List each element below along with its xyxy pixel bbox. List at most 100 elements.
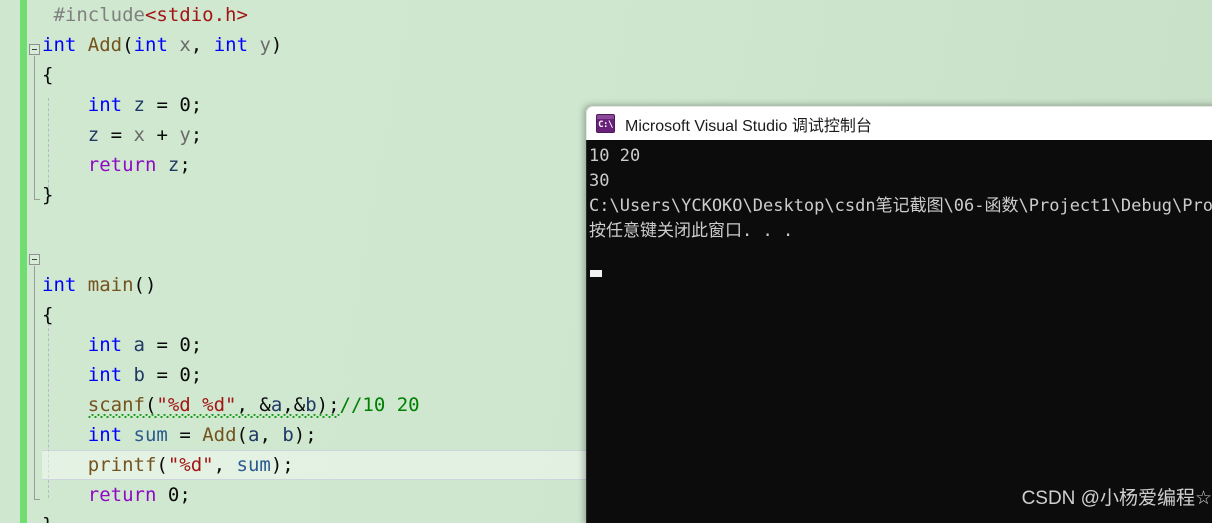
collapse-toggle-add-function[interactable]: [29, 44, 40, 55]
code-token: 0: [179, 334, 191, 356]
code-token: =: [145, 364, 180, 386]
code-token: ,: [190, 34, 214, 56]
code-token: =: [145, 334, 180, 356]
code-token: {: [42, 64, 54, 86]
console-output-line: 10 20: [589, 146, 641, 166]
code-token: scanf: [87, 394, 145, 416]
code-token: }: [42, 514, 53, 523]
code-token: 0: [179, 94, 191, 116]
code-token: y: [179, 124, 191, 146]
code-token: ;: [190, 124, 203, 146]
outline-bracket-foot-main: [34, 499, 40, 500]
code-line-content: return 0;: [88, 484, 191, 506]
code-token: =: [145, 94, 180, 116]
code-token: x: [133, 124, 145, 146]
code-token: return: [87, 484, 157, 506]
collapse-toggle-main-function[interactable]: [29, 254, 40, 265]
code-token: 0: [179, 364, 191, 386]
code-line[interactable]: #include<stdio.h>: [42, 0, 1212, 30]
code-token: ,: [259, 424, 283, 446]
code-token: y: [259, 34, 271, 56]
code-token: (: [122, 34, 134, 56]
code-line-content: }: [42, 184, 53, 206]
code-token: {: [42, 304, 54, 326]
code-line[interactable]: {: [42, 60, 1212, 90]
code-token: &: [293, 394, 306, 416]
code-token: int: [213, 34, 249, 56]
code-token: "%d": [167, 454, 214, 476]
csdn-watermark: CSDN @小杨爱编程☆: [1021, 488, 1212, 509]
code-token: ;: [190, 94, 203, 116]
code-token: Add: [87, 34, 123, 56]
code-token: int: [42, 34, 77, 56]
console-output-text: 10 20 30 C:\Users\YCKOKO\Desktop\csdn笔记截图\…: [589, 144, 1212, 244]
console-output-area[interactable]: 10 20 30 C:\Users\YCKOKO\Desktop\csdn笔记截图\…: [586, 140, 1212, 523]
code-token: }: [42, 184, 54, 206]
console-title-bar[interactable]: C:\ Microsoft Visual Studio 调试控制台: [586, 106, 1212, 140]
code-token: );: [293, 424, 317, 446]
code-line-content: {: [42, 64, 53, 86]
code-token: =: [99, 124, 134, 146]
code-token: +: [145, 124, 180, 146]
code-token: z: [167, 154, 180, 176]
code-token: a: [247, 424, 260, 446]
code-token: z: [133, 94, 145, 116]
code-token: return: [87, 154, 157, 176]
code-token: a: [270, 394, 283, 416]
code-token: int: [87, 364, 123, 386]
editor-outlining-margin[interactable]: [27, 0, 43, 523]
code-line-content: int Add(int x, int y): [42, 34, 282, 56]
code-token: ,: [282, 394, 294, 416]
code-token: ,: [236, 394, 260, 416]
code-token: );: [316, 394, 340, 416]
code-token: );: [270, 454, 294, 476]
code-line-content: z = x + y;: [88, 124, 202, 146]
code-token: sum: [133, 424, 168, 446]
code-token: ;: [179, 484, 191, 506]
code-token: &: [259, 394, 271, 416]
code-token: #include: [53, 4, 145, 26]
code-token: <stdio.h>: [144, 4, 248, 26]
code-token: x: [179, 34, 191, 56]
code-line-content: printf("%d", sum);: [88, 454, 294, 476]
code-line-content: int main(): [42, 274, 156, 296]
code-line-content: int sum = Add(a, b);: [88, 424, 317, 446]
console-cmd-icon: C:\: [596, 114, 615, 133]
code-line-content: int a = 0;: [88, 334, 202, 356]
code-token: b: [305, 394, 317, 416]
code-line-content: scanf("%d %d", &a,&b);//10 20: [87, 390, 420, 420]
editor-change-bar: [20, 0, 27, 523]
code-token: ,: [213, 454, 237, 476]
debug-console-window[interactable]: C:\ Microsoft Visual Studio 调试控制台 10 20 3…: [586, 106, 1212, 523]
code-token: printf: [87, 454, 157, 476]
code-token: main: [87, 274, 134, 296]
code-token: (: [236, 424, 248, 446]
code-token: Add: [202, 424, 237, 446]
screenshot-root: #include<stdio.h> int Add(int x, int y){ …: [0, 0, 1212, 523]
code-token: ;: [190, 334, 203, 356]
code-token: int: [133, 34, 168, 56]
code-line[interactable]: int Add(int x, int y): [42, 30, 1212, 60]
outline-bracket-foot-add: [34, 199, 40, 200]
code-token: (: [156, 454, 168, 476]
code-token: ;: [179, 154, 191, 176]
console-window-title: Microsoft Visual Studio 调试控制台: [625, 117, 872, 135]
code-token: 0: [167, 484, 180, 506]
code-token: (: [144, 394, 157, 416]
code-line-content: }: [42, 514, 53, 523]
code-line-content: {: [42, 304, 53, 326]
